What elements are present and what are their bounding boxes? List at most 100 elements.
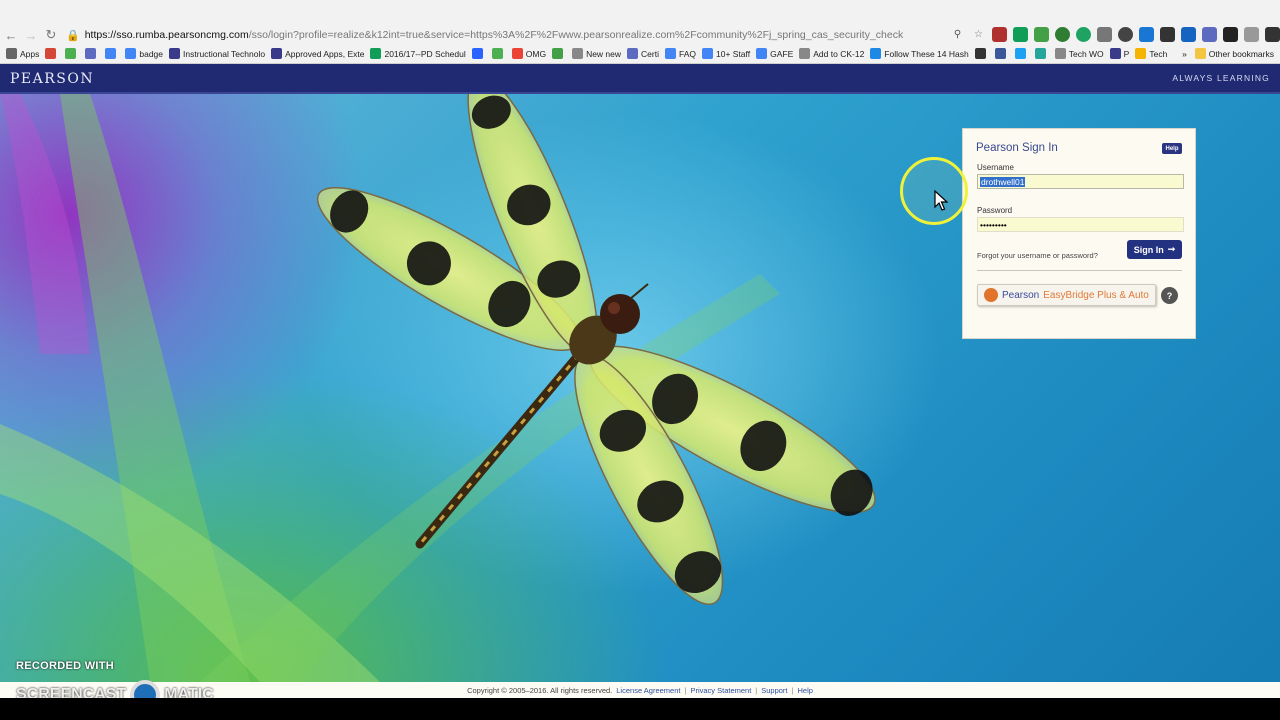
extension-icon[interactable] [1202, 27, 1217, 42]
password-field[interactable]: ••••••••• [977, 217, 1184, 232]
bookmark-item[interactable] [974, 48, 989, 59]
bookmark-item[interactable] [994, 48, 1009, 59]
bookmark-item[interactable]: Tech [1135, 48, 1167, 59]
bookmark-item[interactable] [45, 48, 59, 59]
lock-icon: 🔒 [66, 29, 80, 42]
folder-icon [1194, 48, 1206, 59]
extension-icon[interactable] [1139, 27, 1154, 42]
bookmark-item[interactable]: P [1109, 48, 1129, 59]
bookmark-item[interactable]: Approved Apps, Exte [271, 48, 364, 59]
bookmark-item[interactable] [65, 48, 79, 59]
pearson-logo[interactable]: PEARSON [10, 71, 94, 87]
bookmark-item[interactable] [105, 48, 119, 59]
extension-icon[interactable] [1076, 27, 1091, 42]
bookmark-item[interactable]: Instructional Technolo [169, 48, 265, 59]
username-field[interactable]: drothwell01 [977, 174, 1184, 189]
extension-icon[interactable] [1118, 27, 1133, 42]
bookmark-label: Apps [20, 48, 40, 59]
extension-icon[interactable] [1160, 27, 1175, 42]
address-bar[interactable]: 🔒 https://sso.rumba.pearsoncmg.com /sso/… [62, 26, 942, 44]
extension-icon[interactable] [1013, 27, 1028, 42]
bookmark-icon [552, 48, 564, 59]
browser-toolbar: ← → ↻ 🔒 https://sso.rumba.pearsoncmg.com… [0, 0, 1280, 64]
copyright-text: Copyright © 2005–2016. All rights reserv… [467, 685, 613, 695]
bookmark-icon [1014, 48, 1026, 59]
bookmark-item[interactable]: GAFE [756, 48, 793, 59]
license-link[interactable]: License Agreement [616, 686, 680, 695]
bookmark-label: Certi [641, 48, 659, 59]
extension-icons: ⚲ ☆ ⋮ [950, 27, 1280, 42]
bookmark-item[interactable] [471, 48, 486, 59]
bookmarks-overflow-button[interactable]: » [1182, 49, 1187, 59]
bookmark-icon [664, 48, 676, 59]
bookmark-label: Follow These 14 Hash [884, 48, 969, 59]
extension-icon[interactable] [1034, 27, 1049, 42]
bookmark-icon [799, 48, 811, 59]
extension-icon[interactable] [1181, 27, 1196, 42]
bookmark-label: GAFE [770, 48, 794, 59]
bookmark-icon [1135, 48, 1147, 59]
easybridge-logo-icon [984, 288, 998, 302]
extension-icon[interactable] [1055, 27, 1070, 42]
bookmark-icon [1054, 48, 1066, 59]
easybridge-button[interactable]: Pearson EasyBridge Plus & Auto [977, 284, 1156, 306]
bookmark-item[interactable]: 2016/17--PD Schedul [370, 48, 466, 59]
password-value: ••••••••• [980, 219, 1007, 230]
header-tagline: ALWAYS LEARNING [1172, 73, 1270, 83]
bookmark-label: 2016/17--PD Schedul [384, 48, 466, 59]
bookmark-item[interactable] [1034, 48, 1049, 59]
extension-icon[interactable] [1097, 27, 1112, 42]
bookmark-icon [65, 48, 77, 59]
sign-in-button[interactable]: Sign In ➞ [1127, 240, 1182, 259]
bookmark-icon [169, 48, 181, 59]
easybridge-help-icon[interactable]: ? [1161, 287, 1178, 304]
bookmark-item[interactable]: Apps [6, 48, 39, 59]
reload-icon[interactable]: ↻ [42, 26, 60, 44]
separator: | [791, 685, 794, 695]
bookmark-item[interactable]: badge [125, 48, 163, 59]
forward-icon[interactable]: → [22, 26, 40, 44]
extension-icon[interactable] [1265, 27, 1280, 42]
bookmark-item[interactable] [552, 48, 566, 59]
bookmark-icon [756, 48, 768, 59]
password-label: Password [977, 206, 1013, 215]
support-link[interactable]: Support [761, 686, 787, 695]
bookmark-label: Add to CK-12 [813, 48, 865, 59]
bookmark-label: OMG [525, 48, 547, 59]
bookmark-icon [974, 48, 986, 59]
extension-icon[interactable] [1223, 27, 1238, 42]
easybridge-brand: Pearson [1002, 289, 1040, 301]
extension-icon[interactable] [1244, 27, 1259, 42]
bookmark-label: Instructional Technolo [183, 48, 266, 59]
extension-icon[interactable] [992, 27, 1007, 42]
privacy-link[interactable]: Privacy Statement [690, 686, 751, 695]
mouse-pointer-icon [934, 190, 948, 211]
help-link[interactable]: Help [797, 686, 812, 695]
bookmark-icon [702, 48, 713, 59]
sign-in-label: Sign In [1133, 244, 1164, 255]
bookmark-item[interactable] [1014, 48, 1029, 59]
url-path: /sso/login?profile=realize&k12int=true&s… [248, 29, 904, 41]
bookmark-item[interactable]: New new [572, 48, 621, 59]
bookmark-icon [271, 48, 283, 59]
bookmark-item[interactable]: 10+ Staff [702, 48, 750, 59]
key-icon[interactable]: ⚲ [950, 27, 965, 42]
bookmark-item[interactable]: FAQ [664, 48, 696, 59]
back-icon[interactable]: ← [2, 26, 20, 44]
bookmark-icon [105, 48, 117, 59]
other-bookmarks[interactable]: Other bookmarks [1209, 49, 1274, 59]
bookmark-item[interactable] [85, 48, 99, 59]
bookmarks-bar: Apps badge Instructional Technolo Approved … [0, 45, 1280, 62]
site-header: PEARSON ALWAYS LEARNING [0, 64, 1280, 94]
bookmark-item[interactable] [491, 48, 506, 59]
star-icon[interactable]: ☆ [971, 27, 986, 42]
bookmark-item[interactable]: Tech WO [1054, 48, 1104, 59]
help-button[interactable]: Help [1162, 143, 1182, 154]
bookmark-item[interactable]: Certi [627, 48, 659, 59]
bookmark-item[interactable]: OMG [511, 48, 547, 59]
bookmark-label: FAQ [678, 48, 696, 59]
bookmark-label: New new [586, 48, 622, 59]
bookmark-item[interactable]: Follow These 14 Hash [870, 48, 969, 59]
bookmark-item[interactable]: Add to CK-12 [799, 48, 864, 59]
forgot-link[interactable]: Forgot your username or password? [977, 251, 1098, 260]
